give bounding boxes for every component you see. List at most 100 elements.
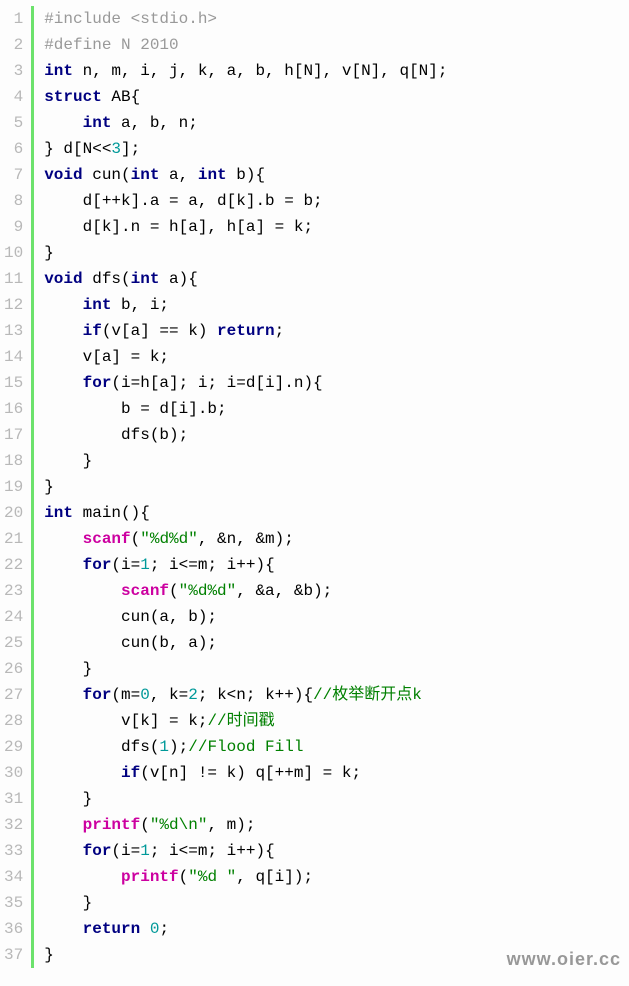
code-token: cun( [83,166,131,184]
code-line: } [44,890,619,916]
line-number: 24 [4,604,23,630]
line-number-gutter: 1234567891011121314151617181920212223242… [0,0,31,974]
code-line: d[k].n = h[a], h[a] = k; [44,214,619,240]
code-token: d[++k].a = a, d[k].b = b; [44,192,322,210]
code-line: } [44,786,619,812]
line-number: 18 [4,448,23,474]
code-token: void [44,166,82,184]
code-token: } [44,452,92,470]
code-line: if(v[a] == k) return; [44,318,619,344]
code-line: } [44,656,619,682]
code-token: a, b, n; [111,114,197,132]
code-line: cun(a, b); [44,604,619,630]
code-line: printf("%d ", q[i]); [44,864,619,890]
line-number: 17 [4,422,23,448]
line-number: 29 [4,734,23,760]
code-token [44,764,121,782]
code-token: 0 [150,920,160,938]
code-token [44,114,82,132]
code-line: } [44,240,619,266]
code-token: ; k<n; k++){ [198,686,313,704]
code-token: v[a] = k; [44,348,169,366]
line-number: 1 [4,6,23,32]
code-token: struct [44,88,102,106]
code-token: } [44,894,92,912]
code-line: } d[N<<3]; [44,136,619,162]
code-token: dfs( [83,270,131,288]
code-token: ( [169,582,179,600]
code-token: int [131,166,160,184]
code-line: if(v[n] != k) q[++m] = k; [44,760,619,786]
line-number: 13 [4,318,23,344]
code-line: int a, b, n; [44,110,619,136]
line-number: 19 [4,474,23,500]
code-token: } [44,244,54,262]
code-token: //时间戳 [207,712,274,730]
code-token [140,920,150,938]
code-line: struct AB{ [44,84,619,110]
line-number: 31 [4,786,23,812]
code-token: } d[N<< [44,140,111,158]
line-number: 23 [4,578,23,604]
code-token [44,296,82,314]
code-token: ; [159,920,169,938]
code-line: scanf("%d%d", &a, &b); [44,578,619,604]
code-body: #include <stdio.h>#define N 2010int n, m… [34,0,629,974]
code-token: dfs( [44,738,159,756]
line-number: 6 [4,136,23,162]
line-number: 4 [4,84,23,110]
code-token: int [83,296,112,314]
code-token: void [44,270,82,288]
code-token: ( [131,530,141,548]
code-token: printf [121,868,179,886]
code-token: "%d%d" [179,582,237,600]
code-line: dfs(1);//Flood Fill [44,734,619,760]
code-token: } [44,790,92,808]
code-token [44,842,82,860]
code-line: for(m=0, k=2; k<n; k++){//枚举断开点k [44,682,619,708]
code-token: (i= [111,556,140,574]
code-token: "%d\n" [150,816,208,834]
code-token: b){ [227,166,265,184]
code-token [44,920,82,938]
code-line: for(i=h[a]; i; i=d[i].n){ [44,370,619,396]
code-line: } [44,474,619,500]
code-token: dfs(b); [44,426,188,444]
line-number: 35 [4,890,23,916]
line-number: 33 [4,838,23,864]
line-number: 30 [4,760,23,786]
code-line: #define N 2010 [44,32,619,58]
code-token: 2 [188,686,198,704]
code-line: b = d[i].b; [44,396,619,422]
code-token: for [83,686,112,704]
line-number: 27 [4,682,23,708]
code-token: ); [169,738,188,756]
line-number: 32 [4,812,23,838]
code-line: for(i=1; i<=m; i++){ [44,552,619,578]
code-token: , m); [207,816,255,834]
code-token: (m= [111,686,140,704]
code-token: } [44,946,54,964]
code-token: main(){ [73,504,150,522]
code-token: ]; [121,140,140,158]
code-token: ; i<=m; i++){ [150,556,275,574]
code-line: int b, i; [44,292,619,318]
line-number: 21 [4,526,23,552]
line-number: 28 [4,708,23,734]
code-token: cun(a, b); [44,608,217,626]
code-token: , &a, &b); [236,582,332,600]
code-token: , q[i]); [236,868,313,886]
code-token: (v[n] != k) q[++m] = k; [140,764,361,782]
code-line: printf("%d\n", m); [44,812,619,838]
code-token: ( [179,868,189,886]
code-token: ; [275,322,285,340]
code-line: dfs(b); [44,422,619,448]
code-line: } [44,448,619,474]
code-token: AB{ [102,88,140,106]
line-number: 15 [4,370,23,396]
line-number: 20 [4,500,23,526]
line-number: 10 [4,240,23,266]
code-token: //Flood Fill [188,738,303,756]
code-line: #include <stdio.h> [44,6,619,32]
code-token: b = d[i].b; [44,400,226,418]
